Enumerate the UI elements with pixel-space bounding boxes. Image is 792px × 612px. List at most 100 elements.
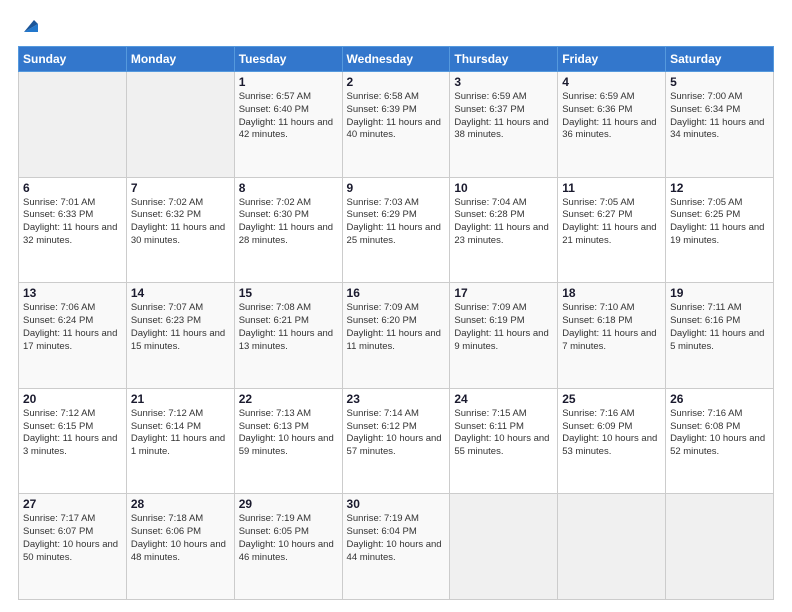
day-number: 1 bbox=[239, 75, 338, 89]
calendar-cell: 14Sunrise: 7:07 AM Sunset: 6:23 PM Dayli… bbox=[126, 283, 234, 389]
calendar-cell: 10Sunrise: 7:04 AM Sunset: 6:28 PM Dayli… bbox=[450, 177, 558, 283]
calendar-cell: 29 Sunrise: 7:19 AM Sunset: 6:05 PM Dayli… bbox=[234, 494, 342, 600]
day-number: 18 bbox=[562, 286, 661, 300]
day-number: 17 bbox=[454, 286, 553, 300]
calendar-cell: 19 Sunrise: 7:11 AM Sunset: 6:16 PM Dayli… bbox=[666, 283, 774, 389]
logo bbox=[18, 16, 42, 36]
day-info: Sunrise: 7:05 AM Sunset: 6:25 PM Dayligh… bbox=[670, 197, 769, 248]
day-info: Sunrise: 7:14 AM Sunset: 6:12 PM Dayligh… bbox=[347, 408, 446, 459]
day-info: Sunrise: 7:03 AM Sunset: 6:29 PM Dayligh… bbox=[347, 197, 446, 248]
day-info: Sunrise: 7:13 AM Sunset: 6:13 PM Dayligh… bbox=[239, 408, 338, 459]
day-info: Sunrise: 7:00 AM Sunset: 6:34 PM Dayligh… bbox=[670, 91, 769, 142]
calendar-cell: 2 Sunrise: 6:58 AM Sunset: 6:39 PM Daylig… bbox=[342, 72, 450, 178]
calendar-cell: 7 Sunrise: 7:02 AM Sunset: 6:32 PM Daylig… bbox=[126, 177, 234, 283]
day-number: 28 bbox=[131, 497, 230, 511]
day-info: Sunrise: 7:18 AM Sunset: 6:06 PM Dayligh… bbox=[131, 513, 230, 564]
calendar-cell bbox=[558, 494, 666, 600]
calendar-cell: 13 Sunrise: 7:06 AM Sunset: 6:24 PM Dayli… bbox=[19, 283, 127, 389]
calendar-week-4: 20 Sunrise: 7:12 AM Sunset: 6:15 PM Dayli… bbox=[19, 388, 774, 494]
day-number: 22 bbox=[239, 392, 338, 406]
day-info: Sunrise: 7:11 AM Sunset: 6:16 PM Dayligh… bbox=[670, 302, 769, 353]
calendar-cell: 24 Sunrise: 7:15 AM Sunset: 6:11 PM Dayli… bbox=[450, 388, 558, 494]
day-number: 7 bbox=[131, 181, 230, 195]
calendar-cell: 16Sunrise: 7:09 AM Sunset: 6:20 PM Dayli… bbox=[342, 283, 450, 389]
day-info: Sunrise: 7:19 AM Sunset: 6:05 PM Dayligh… bbox=[239, 513, 338, 564]
calendar-cell: 5 Sunrise: 7:00 AM Sunset: 6:34 PM Daylig… bbox=[666, 72, 774, 178]
day-number: 25 bbox=[562, 392, 661, 406]
day-info: Sunrise: 7:09 AM Sunset: 6:19 PM Dayligh… bbox=[454, 302, 553, 353]
day-number: 27 bbox=[23, 497, 122, 511]
col-header-wednesday: Wednesday bbox=[342, 47, 450, 72]
calendar-cell: 21 Sunrise: 7:12 AM Sunset: 6:14 PM Dayli… bbox=[126, 388, 234, 494]
day-info: Sunrise: 7:12 AM Sunset: 6:14 PM Dayligh… bbox=[131, 408, 230, 459]
calendar-cell: 4Sunrise: 6:59 AM Sunset: 6:36 PM Daylig… bbox=[558, 72, 666, 178]
day-info: Sunrise: 7:17 AM Sunset: 6:07 PM Dayligh… bbox=[23, 513, 122, 564]
day-number: 2 bbox=[347, 75, 446, 89]
day-number: 6 bbox=[23, 181, 122, 195]
day-info: Sunrise: 7:04 AM Sunset: 6:28 PM Dayligh… bbox=[454, 197, 553, 248]
col-header-thursday: Thursday bbox=[450, 47, 558, 72]
page: SundayMondayTuesdayWednesdayThursdayFrid… bbox=[0, 0, 792, 612]
day-number: 13 bbox=[23, 286, 122, 300]
calendar-week-2: 6 Sunrise: 7:01 AM Sunset: 6:33 PM Daylig… bbox=[19, 177, 774, 283]
day-number: 26 bbox=[670, 392, 769, 406]
calendar-week-1: 1 Sunrise: 6:57 AM Sunset: 6:40 PM Daylig… bbox=[19, 72, 774, 178]
day-info: Sunrise: 6:57 AM Sunset: 6:40 PM Dayligh… bbox=[239, 91, 338, 142]
calendar-week-5: 27 Sunrise: 7:17 AM Sunset: 6:07 PM Dayli… bbox=[19, 494, 774, 600]
day-info: Sunrise: 7:15 AM Sunset: 6:11 PM Dayligh… bbox=[454, 408, 553, 459]
day-number: 4 bbox=[562, 75, 661, 89]
calendar-cell: 30 Sunrise: 7:19 AM Sunset: 6:04 PM Dayli… bbox=[342, 494, 450, 600]
day-number: 24 bbox=[454, 392, 553, 406]
day-number: 29 bbox=[239, 497, 338, 511]
calendar-cell: 25 Sunrise: 7:16 AM Sunset: 6:09 PM Dayli… bbox=[558, 388, 666, 494]
day-number: 15 bbox=[239, 286, 338, 300]
col-header-sunday: Sunday bbox=[19, 47, 127, 72]
day-number: 30 bbox=[347, 497, 446, 511]
calendar-cell: 27 Sunrise: 7:17 AM Sunset: 6:07 PM Dayli… bbox=[19, 494, 127, 600]
calendar-cell: 6 Sunrise: 7:01 AM Sunset: 6:33 PM Daylig… bbox=[19, 177, 127, 283]
calendar-cell: 15 Sunrise: 7:08 AM Sunset: 6:21 PM Dayli… bbox=[234, 283, 342, 389]
day-info: Sunrise: 7:06 AM Sunset: 6:24 PM Dayligh… bbox=[23, 302, 122, 353]
calendar-cell: 8Sunrise: 7:02 AM Sunset: 6:30 PM Daylig… bbox=[234, 177, 342, 283]
day-number: 23 bbox=[347, 392, 446, 406]
calendar-cell: 12 Sunrise: 7:05 AM Sunset: 6:25 PM Dayli… bbox=[666, 177, 774, 283]
calendar-cell bbox=[126, 72, 234, 178]
logo-text bbox=[18, 16, 42, 36]
day-info: Sunrise: 6:58 AM Sunset: 6:39 PM Dayligh… bbox=[347, 91, 446, 142]
day-info: Sunrise: 7:19 AM Sunset: 6:04 PM Dayligh… bbox=[347, 513, 446, 564]
day-info: Sunrise: 7:02 AM Sunset: 6:32 PM Dayligh… bbox=[131, 197, 230, 248]
day-info: Sunrise: 7:08 AM Sunset: 6:21 PM Dayligh… bbox=[239, 302, 338, 353]
day-info: Sunrise: 7:07 AM Sunset: 6:23 PM Dayligh… bbox=[131, 302, 230, 353]
day-info: Sunrise: 7:05 AM Sunset: 6:27 PM Dayligh… bbox=[562, 197, 661, 248]
header bbox=[18, 16, 774, 36]
calendar-cell: 9 Sunrise: 7:03 AM Sunset: 6:29 PM Daylig… bbox=[342, 177, 450, 283]
col-header-tuesday: Tuesday bbox=[234, 47, 342, 72]
logo-icon bbox=[20, 14, 42, 36]
day-number: 20 bbox=[23, 392, 122, 406]
day-info: Sunrise: 7:16 AM Sunset: 6:09 PM Dayligh… bbox=[562, 408, 661, 459]
calendar-header-row: SundayMondayTuesdayWednesdayThursdayFrid… bbox=[19, 47, 774, 72]
calendar-cell: 11 Sunrise: 7:05 AM Sunset: 6:27 PM Dayli… bbox=[558, 177, 666, 283]
day-number: 11 bbox=[562, 181, 661, 195]
day-number: 21 bbox=[131, 392, 230, 406]
calendar-cell: 1 Sunrise: 6:57 AM Sunset: 6:40 PM Daylig… bbox=[234, 72, 342, 178]
calendar-cell: 26Sunrise: 7:16 AM Sunset: 6:08 PM Dayli… bbox=[666, 388, 774, 494]
calendar-cell: 28 Sunrise: 7:18 AM Sunset: 6:06 PM Dayli… bbox=[126, 494, 234, 600]
day-info: Sunrise: 7:01 AM Sunset: 6:33 PM Dayligh… bbox=[23, 197, 122, 248]
day-number: 9 bbox=[347, 181, 446, 195]
day-number: 12 bbox=[670, 181, 769, 195]
day-number: 19 bbox=[670, 286, 769, 300]
day-info: Sunrise: 7:02 AM Sunset: 6:30 PM Dayligh… bbox=[239, 197, 338, 248]
calendar-cell bbox=[666, 494, 774, 600]
day-info: Sunrise: 6:59 AM Sunset: 6:37 PM Dayligh… bbox=[454, 91, 553, 142]
calendar-cell: 22 Sunrise: 7:13 AM Sunset: 6:13 PM Dayli… bbox=[234, 388, 342, 494]
col-header-monday: Monday bbox=[126, 47, 234, 72]
calendar-week-3: 13 Sunrise: 7:06 AM Sunset: 6:24 PM Dayli… bbox=[19, 283, 774, 389]
calendar-cell: 23 Sunrise: 7:14 AM Sunset: 6:12 PM Dayli… bbox=[342, 388, 450, 494]
calendar-cell bbox=[450, 494, 558, 600]
calendar-cell: 17 Sunrise: 7:09 AM Sunset: 6:19 PM Dayli… bbox=[450, 283, 558, 389]
day-info: Sunrise: 7:12 AM Sunset: 6:15 PM Dayligh… bbox=[23, 408, 122, 459]
day-number: 5 bbox=[670, 75, 769, 89]
day-number: 16 bbox=[347, 286, 446, 300]
calendar-cell: 3Sunrise: 6:59 AM Sunset: 6:37 PM Daylig… bbox=[450, 72, 558, 178]
